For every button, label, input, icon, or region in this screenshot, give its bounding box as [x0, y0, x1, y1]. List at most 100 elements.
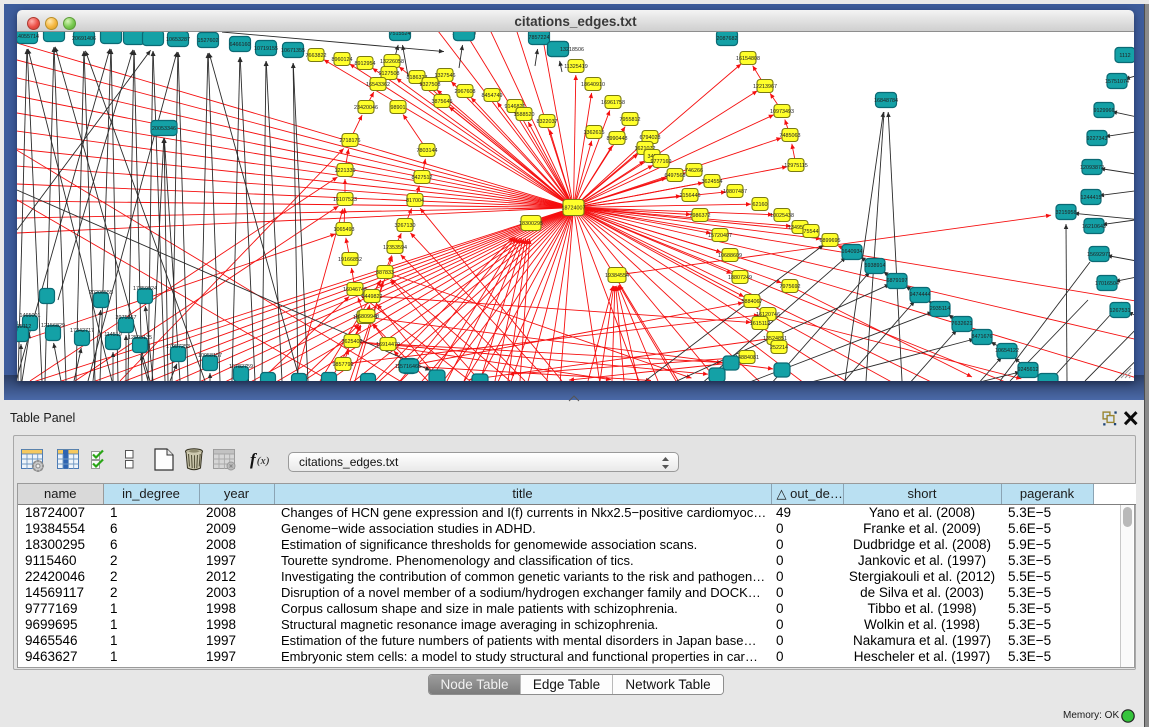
- svg-text:12093872: 12093872: [1080, 165, 1104, 171]
- svg-text:16914479: 16914479: [376, 342, 400, 348]
- svg-text:7955812: 7955812: [620, 117, 641, 123]
- svg-text:16154808: 16154808: [736, 56, 760, 62]
- svg-text:6466160: 6466160: [230, 42, 251, 48]
- svg-text:1112: 1112: [1119, 53, 1130, 59]
- svg-text:10958157: 10958157: [198, 353, 222, 359]
- svg-text:7975692: 7975692: [780, 284, 801, 290]
- svg-text:12505135: 12505135: [128, 335, 152, 341]
- svg-text:11325419: 11325419: [564, 64, 588, 70]
- svg-text:13226058: 13226058: [380, 59, 404, 65]
- svg-text:7632621: 7632621: [952, 321, 973, 327]
- svg-text:3915112: 3915112: [17, 324, 31, 330]
- svg-text:10719155: 10719155: [254, 46, 278, 52]
- svg-text:98901: 98901: [391, 105, 406, 111]
- svg-text:15720407: 15720407: [708, 233, 732, 239]
- svg-text:3215958: 3215958: [1056, 210, 1077, 216]
- svg-text:6497568: 6497568: [665, 173, 686, 179]
- svg-text:1267531: 1267531: [1110, 308, 1131, 314]
- svg-text:12975115: 12975115: [784, 163, 808, 169]
- svg-text:2935114: 2935114: [930, 306, 951, 312]
- svg-text:1244415: 1244415: [1081, 195, 1102, 201]
- svg-text:7986372: 7986372: [690, 213, 711, 219]
- svg-text:7515524: 7515524: [390, 32, 411, 37]
- svg-text:17342717: 17342717: [70, 328, 94, 334]
- svg-text:252214: 252214: [770, 345, 788, 351]
- svg-text:16809948: 16809948: [355, 314, 379, 320]
- svg-text:17957253: 17957253: [166, 344, 190, 350]
- svg-text:1362615: 1362615: [584, 130, 605, 136]
- svg-text:8322037: 8322037: [537, 119, 558, 125]
- svg-text:18724007: 18724007: [562, 205, 586, 211]
- svg-text:17359924: 17359924: [133, 286, 157, 292]
- svg-text:19166852: 19166852: [338, 257, 362, 263]
- svg-text:2718176: 2718176: [340, 138, 361, 144]
- svg-text:8912954: 8912954: [355, 61, 376, 67]
- svg-text:75544: 75544: [804, 229, 819, 235]
- svg-text:10973493: 10973493: [770, 109, 794, 115]
- svg-text:62160: 62160: [753, 202, 768, 208]
- svg-text:20206555: 20206555: [89, 290, 113, 296]
- svg-text:6899695: 6899695: [820, 238, 841, 244]
- svg-text:9857791: 9857791: [333, 362, 354, 368]
- svg-text:8427512: 8427512: [412, 175, 433, 181]
- svg-text:10025438: 10025438: [770, 213, 794, 219]
- svg-text:10671355: 10671355: [281, 48, 305, 54]
- svg-text:7663822: 7663822: [306, 53, 327, 59]
- svg-text:3875645: 3875645: [432, 99, 453, 105]
- svg-text:12213967: 12213967: [753, 84, 777, 90]
- svg-text:887833: 887833: [376, 270, 394, 276]
- svg-text:12156829: 12156829: [41, 323, 65, 329]
- svg-text:114519: 114519: [104, 332, 122, 338]
- svg-text:19384554: 19384554: [605, 273, 629, 279]
- svg-text:3267130: 3267130: [395, 223, 416, 229]
- svg-text:746266: 746266: [685, 168, 703, 174]
- svg-text:1640934: 1640934: [842, 249, 863, 255]
- svg-text:9777169: 9777169: [651, 159, 672, 165]
- svg-text:5938914: 5938914: [865, 263, 886, 269]
- svg-text:7803144: 7803144: [417, 148, 438, 154]
- svg-text:1588520: 1588520: [514, 112, 535, 118]
- svg-text:8471676: 8471676: [972, 334, 993, 340]
- svg-text:8960124: 8960124: [332, 57, 353, 63]
- svg-text:2156446: 2156446: [680, 193, 701, 199]
- svg-text:17016504: 17016504: [1095, 281, 1119, 287]
- svg-text:16210643: 16210643: [1082, 224, 1106, 230]
- svg-text:16543362: 16543362: [366, 82, 390, 88]
- svg-text:9227343: 9227343: [1087, 136, 1108, 142]
- svg-text:1465001: 1465001: [20, 313, 41, 319]
- svg-text:3624554: 3624554: [702, 179, 723, 185]
- svg-text:15716465: 15716465: [397, 364, 421, 370]
- svg-text:817004: 817004: [406, 198, 424, 204]
- svg-text:1615112: 1615112: [750, 321, 771, 327]
- svg-text:10654122: 10654122: [995, 348, 1019, 354]
- svg-text:16848784: 16848784: [874, 98, 898, 104]
- svg-text:18640910: 18640910: [581, 82, 605, 88]
- svg-text:10653287: 10653287: [166, 37, 190, 43]
- svg-text:15751074: 15751074: [1105, 79, 1129, 85]
- svg-text:18300295: 18300295: [519, 221, 543, 227]
- svg-text:9327508: 9327508: [420, 82, 441, 88]
- svg-text:12353594: 12353594: [383, 245, 407, 251]
- svg-text:1527602: 1527602: [198, 38, 219, 44]
- svg-text:(x): (x): [257, 455, 270, 467]
- svg-text:7485063: 7485063: [780, 133, 801, 139]
- svg-text:2087682: 2087682: [717, 36, 738, 42]
- svg-text:18807249: 18807249: [728, 275, 752, 281]
- svg-text:7625402: 7625402: [342, 339, 363, 345]
- svg-text:16961758: 16961758: [601, 100, 625, 106]
- svg-text:10688609: 10688609: [718, 253, 742, 259]
- svg-text:3975857: 3975857: [116, 315, 137, 321]
- svg-text:8449822: 8449822: [362, 294, 383, 300]
- svg-text:14055714: 14055714: [17, 34, 39, 40]
- svg-text:8990448: 8990448: [607, 136, 628, 142]
- svg-text:16107523: 16107523: [333, 197, 357, 203]
- svg-text:7857224: 7857224: [529, 35, 550, 41]
- svg-text:8454749: 8454749: [482, 93, 503, 99]
- svg-text:9474444: 9474444: [910, 292, 931, 298]
- svg-text:9245612: 9245612: [1018, 367, 1039, 373]
- svg-text:20691406: 20691406: [72, 36, 96, 42]
- svg-text:2967608: 2967608: [455, 89, 476, 95]
- svg-text:1221339: 1221339: [335, 168, 356, 174]
- svg-text:16046748: 16046748: [343, 287, 367, 293]
- svg-text:23420046: 23420046: [354, 105, 378, 111]
